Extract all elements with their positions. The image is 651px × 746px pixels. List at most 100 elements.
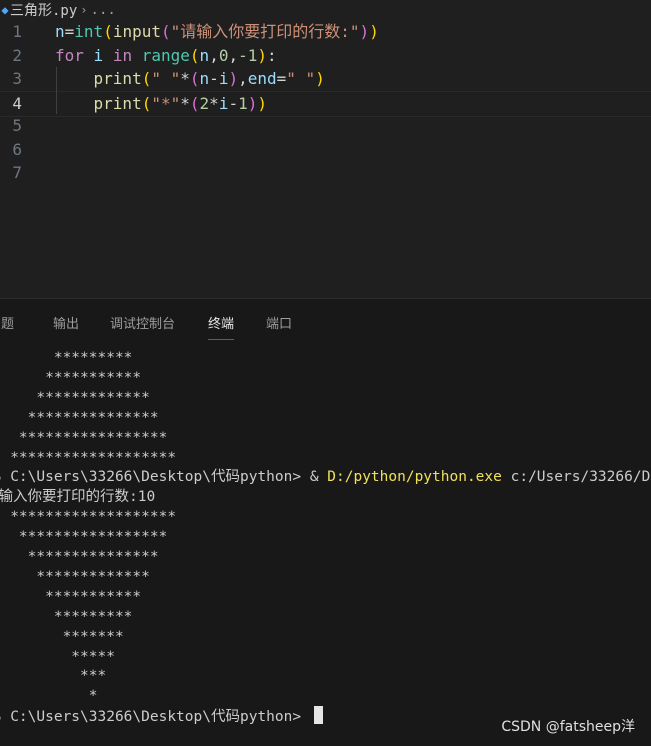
- tab-problems[interactable]: 问题: [0, 313, 14, 332]
- code-token: (: [103, 22, 113, 41]
- code-token: (: [141, 93, 152, 113]
- chevron-right-icon: ›: [80, 3, 88, 17]
- line-number: 4: [12, 93, 22, 113]
- code-token: 2: [199, 93, 210, 113]
- code-token: ): [228, 69, 239, 88]
- line-number: 7: [12, 163, 22, 182]
- code-token: :: [267, 45, 277, 65]
- command-argument: c:/Users/33266/Desktop/代码python/三角形.py: [510, 469, 651, 486]
- terminal-text: ***************: [0, 549, 159, 565]
- code-token: ,: [209, 45, 219, 65]
- code-token: ): [257, 93, 268, 113]
- code-token: (: [189, 69, 200, 88]
- terminal-line: 请输入你要打印的行数:10: [0, 487, 155, 507]
- command-path: D:/python/python.exe: [327, 469, 502, 486]
- code-token: ,: [238, 69, 248, 88]
- terminal-text: *********: [53, 350, 133, 366]
- terminal-line: *******************: [0, 507, 176, 527]
- breadcrumb-file[interactable]: 三角形.py: [10, 0, 77, 20]
- code-token: print: [93, 93, 142, 113]
- code-token: -1: [238, 45, 258, 65]
- python-file-icon: ◆: [1, 3, 9, 17]
- code-token: int: [74, 22, 104, 41]
- terminal-text: ***: [80, 668, 107, 685]
- line-number: 3: [12, 69, 22, 88]
- terminal-line: ***************: [0, 547, 159, 567]
- terminal-text: *******************: [0, 449, 177, 466]
- terminal-line: *********: [0, 607, 133, 627]
- code-token: 1: [238, 93, 248, 113]
- breadcrumb: ◆ 三角形.py › ...: [0, 0, 651, 20]
- terminal-line: ***************: [0, 408, 159, 428]
- code-text: n=int(input("请输入你要打印的行数:")): [55, 20, 379, 44]
- terminal-text: *****************: [0, 429, 168, 446]
- code-token: " ": [151, 69, 181, 88]
- code-token: ): [257, 45, 268, 65]
- terminal-line: *****************: [0, 527, 167, 547]
- code-line[interactable]: 2 for i in range(n,0,-1):: [0, 44, 651, 68]
- terminal-line: ***********: [0, 587, 141, 607]
- code-token: *: [180, 93, 190, 113]
- code-token: ): [247, 93, 258, 113]
- terminal-line: ***********: [0, 368, 141, 388]
- tab-output[interactable]: 输出: [53, 313, 79, 332]
- code-token: ): [359, 22, 370, 41]
- code-token: "*": [151, 93, 181, 113]
- code-token: (: [189, 93, 200, 113]
- tab-terminal[interactable]: 终端: [208, 313, 235, 340]
- terminal-line: PS C:\Users\33266\Desktop\代码python>: [0, 706, 323, 726]
- watermark: CSDN @fatsheep洋: [501, 719, 635, 735]
- tab-debug-console[interactable]: 调试控制台: [110, 313, 175, 332]
- terminal-line: *************: [0, 388, 150, 408]
- code-token: -: [209, 69, 219, 88]
- code-text: print("*"*(2*i-1)): [55, 92, 267, 116]
- terminal-text: *************: [0, 389, 150, 406]
- terminal-line: *******: [0, 627, 124, 647]
- terminal-text: 请输入你要打印的行数:10: [0, 489, 156, 506]
- code-line[interactable]: 6: [0, 138, 651, 162]
- terminal-text: *******************: [0, 509, 177, 526]
- code-line[interactable]: 5: [0, 114, 651, 138]
- terminal-cursor: [313, 706, 323, 725]
- line-number: 6: [12, 139, 22, 159]
- code-line[interactable]: 1 n=int(input("请输入你要打印的行数:")): [0, 20, 651, 44]
- code-token: ): [315, 69, 325, 88]
- breadcrumb-ellipsis[interactable]: ...: [91, 2, 116, 18]
- terminal-text: *************: [0, 568, 150, 585]
- code-token: (: [141, 69, 152, 88]
- code-line[interactable]: 3 print(" "*(n-i),end=" "): [0, 67, 651, 91]
- terminal-text: ***********: [45, 588, 142, 605]
- terminal-text: *********: [53, 608, 133, 625]
- tab-ports[interactable]: 端口: [266, 313, 292, 332]
- code-token: " ": [286, 69, 316, 88]
- line-number: 5: [12, 116, 22, 135]
- terminal-text: PS C:\Users\33266\Desktop\代码python>: [0, 709, 310, 726]
- code-line[interactable]: 4 print("*"*(2*i-1)): [0, 90, 651, 117]
- code-token: =: [64, 22, 75, 41]
- terminal-text: *****************: [0, 529, 168, 546]
- code-token: -: [228, 93, 239, 113]
- code-token: *: [209, 93, 219, 113]
- terminal-line: ***: [0, 666, 106, 686]
- terminal[interactable]: ********* *********** ************* ****…: [0, 343, 651, 746]
- terminal-text: *****: [71, 648, 115, 665]
- code-token: i: [218, 93, 229, 113]
- code-token: for: [55, 45, 84, 65]
- line-number: 1: [12, 22, 22, 41]
- code-token: "请输入你要打印的行数:": [170, 22, 360, 41]
- terminal-line: *******************: [0, 448, 176, 468]
- code-line[interactable]: 7: [0, 161, 651, 185]
- terminal-text: *: [88, 688, 98, 705]
- code-token: end: [247, 69, 277, 88]
- terminal-line: *: [0, 686, 98, 706]
- code-token: ,: [228, 45, 239, 65]
- code-text: print(" "*(n-i),end=" "): [55, 67, 325, 91]
- code-token: i: [93, 45, 104, 65]
- terminal-text: ***********: [45, 369, 142, 386]
- code-editor[interactable]: ◆ 三角形.py › ... 1 n=int(input("请输入你要打印的行数:…: [0, 0, 651, 298]
- code-token: n: [199, 69, 210, 88]
- code-token: (: [161, 22, 171, 41]
